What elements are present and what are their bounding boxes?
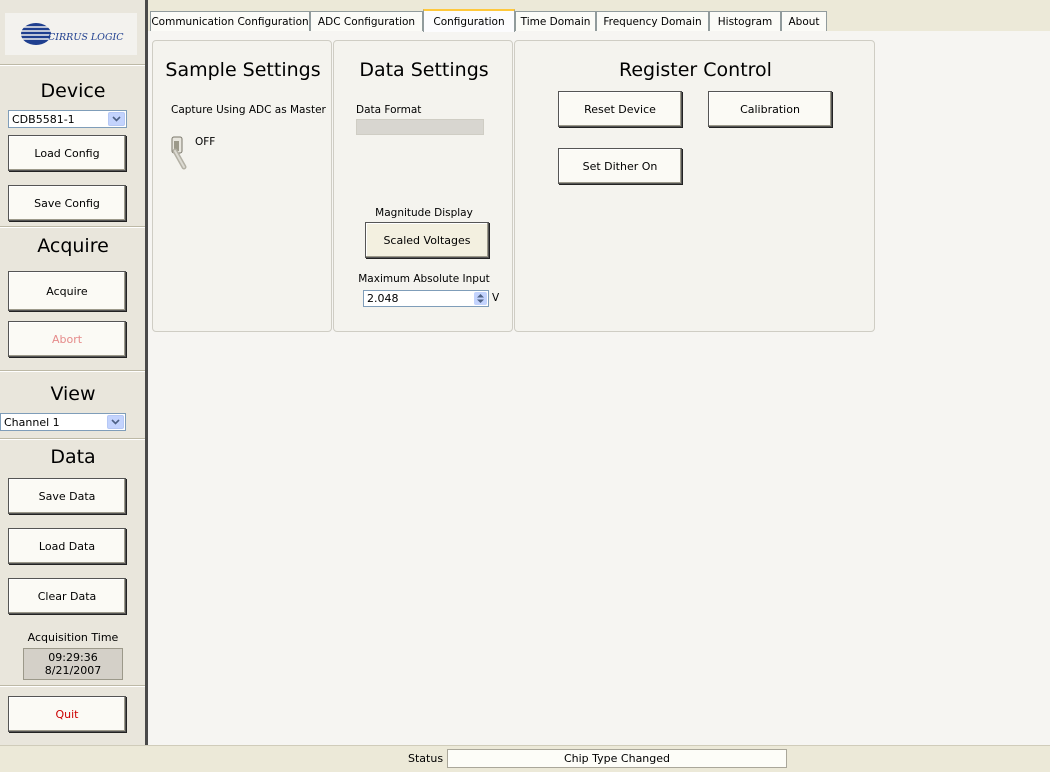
data-settings-title: Data Settings (359, 59, 489, 81)
reset-device-button[interactable]: Reset Device (558, 91, 682, 127)
device-select[interactable]: CDB5581-1 (8, 110, 127, 128)
tab-histogram[interactable]: Histogram (709, 11, 781, 31)
separator (0, 685, 146, 687)
acquisition-time-display: 09:29:36 8/21/2007 (23, 648, 123, 680)
max-input-unit: V (492, 292, 500, 304)
data-section-title: Data (50, 446, 96, 468)
save-config-button[interactable]: Save Config (8, 185, 126, 221)
separator (0, 370, 146, 372)
load-config-button[interactable]: Load Config (8, 135, 126, 171)
tab-frequency-domain[interactable]: Frequency Domain (596, 11, 709, 31)
max-input-value: 2.048 (367, 292, 399, 305)
svg-text:CIRRUS LOGIC: CIRRUS LOGIC (48, 32, 124, 43)
view-section-title: View (50, 383, 96, 405)
separator (0, 438, 146, 440)
sample-settings-panel: Sample Settings Capture Using ADC as Mas… (152, 40, 332, 332)
sample-settings-title: Sample Settings (165, 59, 321, 81)
acquisition-time-value: 09:29:36 (48, 651, 98, 664)
tab-about[interactable]: About (781, 11, 827, 31)
tab-communication-configuration[interactable]: Communication Configuration (150, 11, 310, 31)
chevron-down-icon[interactable] (108, 112, 125, 126)
set-dither-button[interactable]: Set Dither On (558, 148, 682, 184)
load-data-button[interactable]: Load Data (8, 528, 126, 564)
clear-data-button[interactable]: Clear Data (8, 578, 126, 614)
acquisition-time-label: Acquisition Time (27, 631, 119, 644)
tab-configuration[interactable]: Configuration (423, 9, 515, 32)
device-select-value: CDB5581-1 (12, 112, 75, 126)
acquire-section-title: Acquire (37, 235, 109, 257)
quit-button[interactable]: Quit (8, 696, 126, 732)
channel-select[interactable]: Channel 1 (0, 413, 126, 431)
acquire-button[interactable]: Acquire (8, 271, 126, 311)
sidebar: CIRRUS LOGIC Device CDB5581-1 Load Confi… (0, 0, 146, 745)
toggle-state-label: OFF (195, 136, 216, 148)
data-format-label: Data Format (356, 104, 422, 116)
status-bar: Status Chip Type Changed (0, 745, 1050, 772)
scaled-voltages-button[interactable]: Scaled Voltages (365, 222, 489, 258)
status-field: Chip Type Changed (447, 749, 787, 768)
device-section-title: Device (40, 80, 106, 102)
calibration-button[interactable]: Calibration (708, 91, 832, 127)
register-control-panel: Register Control Reset Device Calibratio… (514, 40, 875, 332)
separator (0, 64, 146, 66)
data-settings-panel: Data Settings Data Format Magnitude Disp… (333, 40, 513, 332)
channel-select-value: Channel 1 (4, 415, 60, 429)
status-label: Status (408, 752, 444, 765)
magnitude-display-label: Magnitude Display (375, 207, 473, 219)
abort-button[interactable]: Abort (8, 321, 126, 357)
chevron-down-icon[interactable] (107, 415, 124, 429)
tab-time-domain[interactable]: Time Domain (515, 11, 596, 31)
max-input-label: Maximum Absolute Input (358, 273, 490, 285)
capture-master-label: Capture Using ADC as Master (171, 104, 326, 116)
save-data-button[interactable]: Save Data (8, 478, 126, 514)
register-control-title: Register Control (619, 59, 772, 81)
separator (0, 226, 146, 228)
max-input-field[interactable]: 2.048 (363, 290, 489, 307)
tab-adc-configuration[interactable]: ADC Configuration (310, 11, 423, 31)
capture-master-toggle[interactable] (169, 133, 191, 173)
acquisition-date-value: 8/21/2007 (44, 664, 102, 677)
cirrus-logic-logo: CIRRUS LOGIC (5, 13, 137, 55)
spinner-icon[interactable] (474, 292, 487, 305)
data-format-field (356, 119, 484, 135)
